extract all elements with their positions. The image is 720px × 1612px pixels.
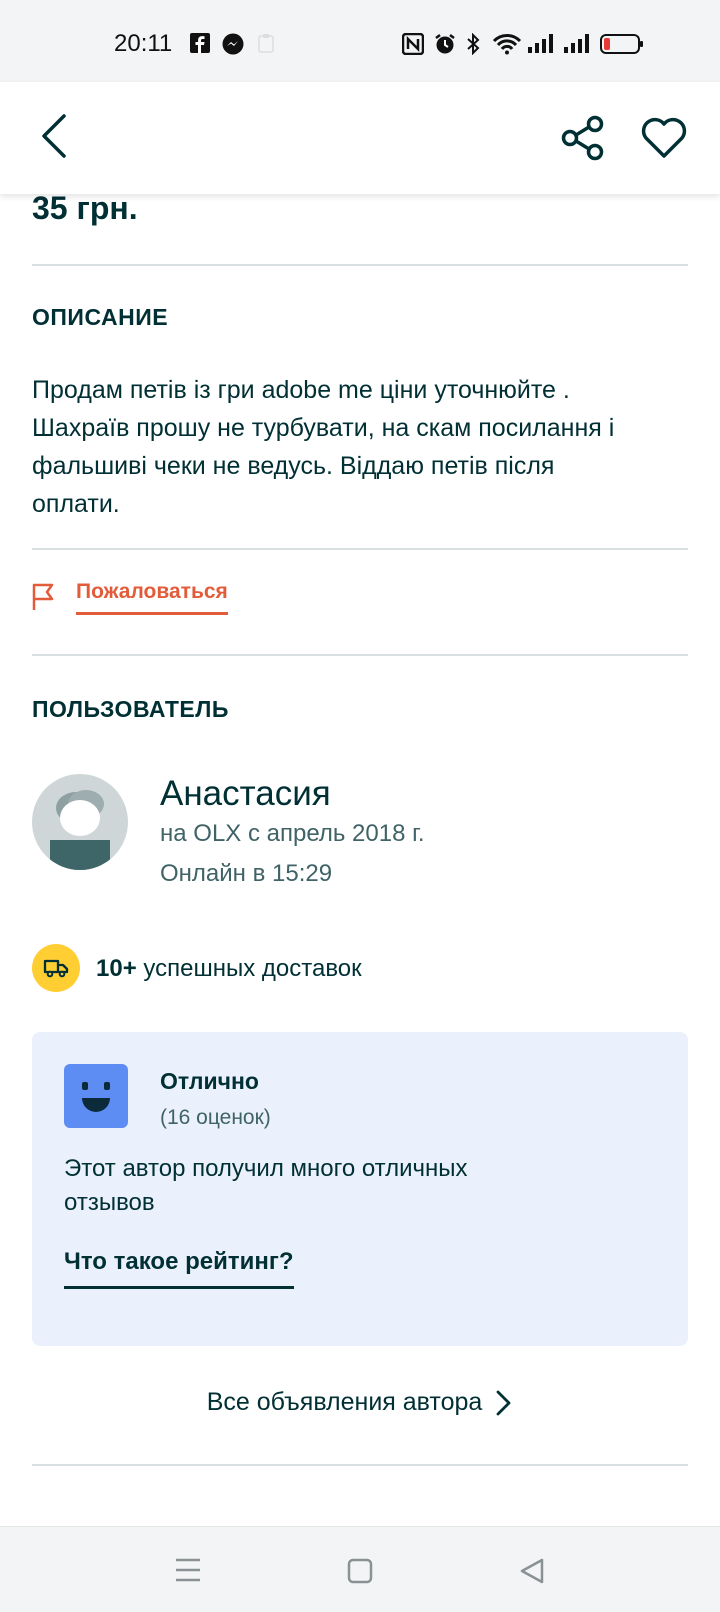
- user-member-since: на OLX с апрель 2018 г.: [160, 820, 425, 847]
- smiley-face-icon: [64, 1064, 128, 1128]
- rating-description: Этот автор получил много отличных отзыво…: [64, 1152, 604, 1220]
- listing-price: 35 грн.: [32, 190, 138, 226]
- clipboard-icon: [258, 34, 274, 53]
- all-author-ads-link[interactable]: Все объявления автора: [0, 1388, 720, 1418]
- wifi-icon: [492, 34, 522, 55]
- description-title: ОПИСАНИЕ: [32, 304, 169, 330]
- description-line: Шахраїв прошу не турбувати, на скам поси…: [32, 414, 615, 442]
- rating-description-line: Этот автор получил много отличных: [64, 1155, 468, 1182]
- description-line: Продам петів із гри adobe me ціни уточню…: [32, 376, 570, 404]
- rating-count: (16 оценок): [160, 1106, 271, 1129]
- divider: [32, 1464, 688, 1466]
- delivery-count: 10+: [96, 955, 137, 982]
- description-line: фальшиві чеки не ведусь. Віддаю петів пі…: [32, 452, 555, 480]
- system-nav-bar: [0, 1526, 720, 1612]
- chevron-left-icon[interactable]: [36, 112, 76, 160]
- report-button[interactable]: Пожаловаться: [32, 580, 262, 630]
- app-bar: [0, 82, 720, 194]
- home-square-icon[interactable]: [346, 1557, 374, 1585]
- delivery-stats: 10+ успешных доставок: [96, 955, 362, 983]
- description-text: Продам петів із гри adobe me ціни уточню…: [32, 371, 692, 523]
- signal-icon: [564, 34, 589, 53]
- description-line: оплати.: [32, 490, 120, 518]
- heart-icon[interactable]: [640, 115, 688, 159]
- signal-icon: [528, 34, 553, 53]
- bluetooth-icon: [467, 33, 480, 55]
- delivery-label: успешных доставок: [143, 955, 362, 982]
- divider: [32, 654, 688, 656]
- chevron-right-icon: [496, 1390, 511, 1416]
- facebook-icon: [190, 33, 210, 53]
- what-is-rating-link[interactable]: Что такое рейтинг?: [64, 1248, 294, 1289]
- user-section-title: ПОЛЬЗОВАТЕЛЬ: [32, 696, 229, 722]
- status-bar: 20:11: [0, 0, 720, 82]
- rating-description-line: отзывов: [64, 1189, 155, 1216]
- user-last-online: Онлайн в 15:29: [160, 860, 333, 887]
- divider: [32, 548, 688, 550]
- rating-title: Отлично: [160, 1068, 259, 1094]
- avatar[interactable]: [32, 774, 128, 870]
- all-author-ads-label[interactable]: Все объявления автора: [207, 1388, 483, 1416]
- share-icon[interactable]: [560, 115, 606, 161]
- divider: [32, 264, 688, 266]
- report-label[interactable]: Пожаловаться: [76, 580, 228, 615]
- truck-icon: [43, 959, 69, 978]
- user-silhouette-icon: [50, 790, 110, 870]
- menu-icon[interactable]: [174, 1557, 202, 1583]
- back-triangle-icon[interactable]: [518, 1556, 546, 1586]
- status-time: 20:11: [114, 30, 173, 57]
- messenger-icon: [222, 33, 244, 55]
- battery-low-icon: [600, 34, 643, 54]
- user-name[interactable]: Анастасия: [160, 774, 331, 814]
- alarm-icon: [435, 34, 455, 54]
- flag-icon: [32, 583, 54, 610]
- nfc-icon: [402, 33, 424, 55]
- rating-card: Отлично (16 оценок) Этот автор получил м…: [32, 1032, 688, 1346]
- delivery-badge: [32, 944, 80, 992]
